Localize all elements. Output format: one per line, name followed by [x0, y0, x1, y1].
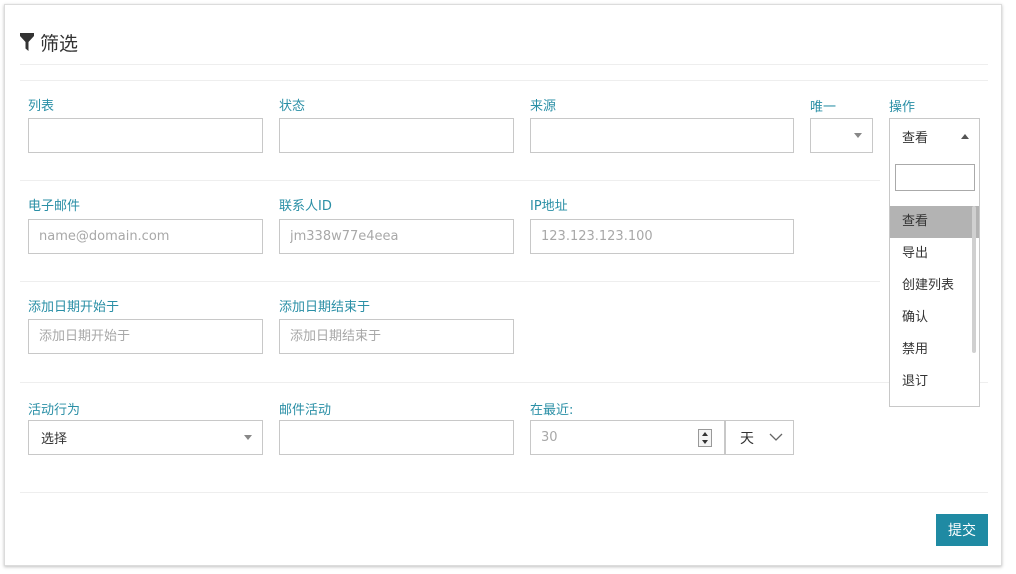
dropdown-option-create-list[interactable]: 创建列表	[890, 270, 979, 302]
spinner-up-icon	[702, 432, 708, 436]
chevron-up-icon	[961, 133, 969, 139]
contact-id-label: 联系人ID	[279, 199, 332, 214]
ip-label: IP地址	[530, 199, 568, 214]
date-start-label: 添加日期开始于	[28, 300, 120, 315]
status-label: 状态	[279, 99, 306, 114]
dropdown-option-confirm[interactable]: 确认	[890, 302, 979, 334]
ip-input[interactable]	[530, 219, 794, 254]
divider-row3	[20, 382, 988, 383]
date-end-label: 添加日期结束于	[279, 300, 371, 315]
dropdown-search-input[interactable]	[895, 164, 975, 191]
action-dropdown: 查看 导出 创建列表 确认 禁用 退订	[889, 151, 980, 407]
action-label: 操作	[889, 100, 916, 115]
panel-title: 筛选	[20, 30, 79, 55]
contact-id-input[interactable]	[279, 219, 514, 254]
spinner-down-icon	[702, 440, 708, 444]
recent-unit-select[interactable]: 天	[725, 420, 794, 455]
activity-label: 活动行为	[28, 403, 81, 418]
chevron-down-icon	[769, 433, 783, 441]
source-label: 来源	[530, 99, 557, 114]
activity-selected-value: 选择	[41, 432, 68, 447]
action-select[interactable]: 查看	[889, 118, 980, 153]
divider-header	[20, 80, 988, 81]
dropdown-option-unsubscribe[interactable]: 退订	[890, 366, 979, 398]
recent-label: 在最近:	[530, 403, 574, 418]
dropdown-option-disable[interactable]: 禁用	[890, 334, 979, 366]
mail-activity-input[interactable]	[279, 420, 514, 455]
list-label: 列表	[28, 99, 55, 114]
dropdown-scrollbar[interactable]	[972, 206, 976, 353]
divider-row1	[20, 180, 880, 181]
dropdown-option-view[interactable]: 查看	[890, 206, 979, 238]
mail-activity-label: 邮件活动	[279, 403, 332, 418]
dropdown-options: 查看 导出 创建列表 确认 禁用 退订	[890, 206, 979, 398]
number-spinner[interactable]	[698, 429, 712, 447]
filter-icon	[20, 33, 34, 51]
email-label: 电子邮件	[28, 199, 81, 214]
dropdown-option-export[interactable]: 导出	[890, 238, 979, 270]
date-start-input[interactable]	[28, 319, 263, 354]
list-input[interactable]	[28, 118, 263, 153]
source-input[interactable]	[530, 118, 794, 153]
chevron-down-icon	[854, 133, 862, 138]
recent-number-input[interactable]	[530, 420, 725, 455]
action-selected-value: 查看	[902, 130, 929, 146]
chevron-down-icon	[244, 435, 252, 440]
divider-row2	[20, 281, 880, 282]
recent-unit-value: 天	[740, 430, 754, 447]
submit-button[interactable]: 提交	[936, 514, 988, 546]
unique-select[interactable]	[810, 118, 873, 153]
divider-bottom	[20, 492, 988, 493]
unique-label: 唯一	[810, 100, 837, 115]
divider-top	[20, 64, 988, 65]
panel-title-text: 筛选	[40, 32, 79, 55]
status-input[interactable]	[279, 118, 514, 153]
date-end-input[interactable]	[279, 319, 514, 354]
activity-select[interactable]: 选择	[28, 420, 263, 455]
email-input[interactable]	[28, 219, 263, 254]
filter-panel	[4, 4, 1002, 566]
